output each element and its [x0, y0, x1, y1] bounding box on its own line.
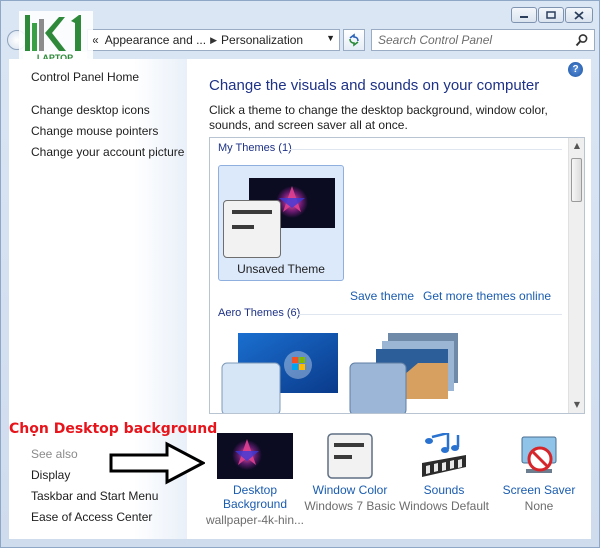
minimize-icon: [520, 16, 528, 18]
unsaved-theme-tile[interactable]: Unsaved Theme: [218, 165, 344, 281]
maximize-button[interactable]: [538, 7, 564, 23]
get-more-themes-link[interactable]: Get more themes online: [423, 289, 551, 303]
screen-saver-icon: [521, 436, 557, 473]
breadcrumb-appearance[interactable]: Appearance and ...: [105, 33, 206, 47]
screen-saver-label[interactable]: Screen Saver: [489, 483, 589, 497]
caption-buttons: [511, 7, 593, 23]
aero-theme-windows7[interactable]: [220, 333, 338, 413]
display-link[interactable]: Display: [31, 468, 70, 482]
desktop-background-label[interactable]: Desktop Background: [205, 483, 305, 511]
taskbar-start-menu-link[interactable]: Taskbar and Start Menu: [31, 489, 158, 503]
change-desktop-icons-link[interactable]: Change desktop icons: [31, 103, 150, 117]
scroll-up-icon[interactable]: ▲: [569, 138, 584, 154]
control-panel-home-link[interactable]: Control Panel Home: [31, 70, 139, 84]
k1-laptop-logo: LAPTOP: [19, 11, 93, 65]
window-color-preview: [223, 200, 281, 258]
ease-of-access-link[interactable]: Ease of Access Center: [31, 510, 152, 524]
search-placeholder: Search Control Panel: [378, 33, 493, 47]
themes-list[interactable]: My Themes (1) Unsaved Theme Save theme G…: [209, 137, 585, 414]
sounds-button[interactable]: Sounds Windows Default: [394, 433, 494, 513]
window-color-value: Windows 7 Basic: [304, 499, 396, 513]
aero-theme-architecture[interactable]: [348, 333, 466, 413]
arrow-right-icon: [109, 441, 205, 485]
change-mouse-pointers-link[interactable]: Change mouse pointers: [31, 124, 158, 138]
personalization-window: « Appearance and ... ▶ Personalization ▼…: [0, 0, 600, 548]
desktop-background-value: wallpaper-4k-hin...: [205, 513, 305, 527]
scroll-down-icon[interactable]: ▼: [569, 397, 584, 413]
sounds-icon: [422, 433, 466, 477]
search-icon[interactable]: [575, 33, 589, 47]
group-divider: [298, 314, 562, 315]
chevron-down-icon[interactable]: ▼: [326, 33, 335, 43]
refresh-icon: [349, 33, 359, 47]
screen-saver-button[interactable]: Screen Saver None: [489, 433, 589, 513]
save-theme-link[interactable]: Save theme: [350, 289, 414, 303]
aero-themes-header: Aero Themes (6): [218, 307, 301, 319]
breadcrumb-overflow[interactable]: «: [92, 33, 99, 47]
tutorial-annotation: Chọn Desktop background: [9, 421, 218, 437]
desktop-background-icon: [217, 433, 293, 479]
scroll-thumb[interactable]: [571, 158, 582, 202]
close-icon: [574, 10, 584, 20]
window-color-button[interactable]: Window Color Windows 7 Basic: [300, 433, 400, 513]
page-title: Change the visuals and sounds on your co…: [209, 77, 540, 94]
desktop-background-button[interactable]: Desktop Background wallpaper-4k-hin...: [205, 433, 305, 527]
minimize-button[interactable]: [511, 7, 537, 23]
help-icon[interactable]: ?: [568, 62, 583, 77]
window-color-icon: [327, 433, 373, 479]
breadcrumb-personalization[interactable]: Personalization: [221, 33, 303, 47]
change-account-picture-link[interactable]: Change your account picture: [31, 145, 184, 159]
unsaved-theme-label: Unsaved Theme: [237, 262, 325, 276]
breadcrumb[interactable]: « Appearance and ... ▶ Personalization ▼: [87, 29, 340, 51]
maximize-icon: [546, 11, 556, 19]
themes-scrollbar[interactable]: ▲ ▼: [568, 138, 584, 413]
sounds-value: Windows Default: [398, 499, 490, 513]
search-input[interactable]: Search Control Panel: [371, 29, 595, 51]
page-description: Click a theme to change the desktop back…: [209, 103, 548, 132]
windows7-wallpaper: [221, 333, 338, 413]
architecture-wallpaper: [349, 333, 458, 413]
logo-mark: LAPTOP: [23, 15, 87, 63]
see-also-heading: See also: [31, 447, 78, 461]
screen-saver-value: None: [524, 499, 554, 513]
chevron-right-icon[interactable]: ▶: [210, 35, 217, 46]
group-divider: [290, 149, 562, 150]
sounds-label[interactable]: Sounds: [394, 483, 494, 497]
window-color-label[interactable]: Window Color: [300, 483, 400, 497]
close-button[interactable]: [565, 7, 593, 23]
refresh-button[interactable]: [343, 29, 365, 51]
my-themes-header: My Themes (1): [218, 142, 292, 154]
